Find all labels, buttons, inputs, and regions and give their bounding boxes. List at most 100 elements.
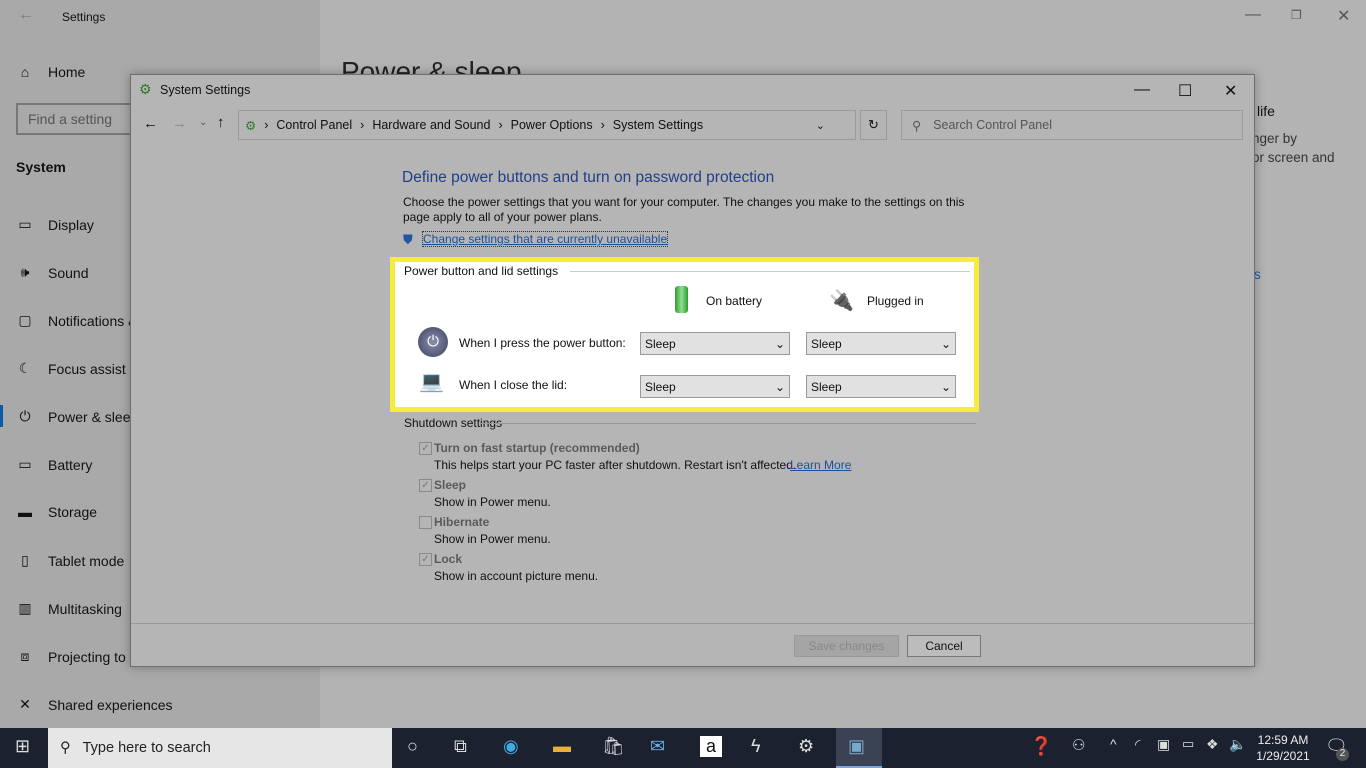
clock[interactable]: 12:59 AM 1/29/2021 (1255, 732, 1311, 764)
breadcrumb-power-options[interactable]: Power Options (511, 118, 593, 132)
window-title: System Settings (160, 83, 251, 97)
checkbox-turn[interactable]: ✓ (419, 442, 432, 455)
sidebar-item-notifications-[interactable]: ▢ Notifications & (16, 312, 137, 329)
checkbox-hibernate[interactable] (419, 516, 432, 529)
shutdown-option-label: Lock (434, 552, 463, 566)
mail-icon[interactable]: ✉ (650, 736, 665, 757)
task-view-icon[interactable]: ⧉ (454, 736, 467, 757)
storage-icon: ▬ (18, 504, 32, 520)
close-icon[interactable]: ✕ (1337, 6, 1350, 26)
shutdown-option-desc: Show in Power menu. (434, 495, 551, 509)
system-settings-window: ⚙ System Settings — ☐ ✕ ← → ⌄ ↑ ⚙ › Contr… (130, 74, 1255, 667)
battery-icon[interactable]: ▭ (1182, 736, 1194, 752)
sidebar-item-label: Focus assist (48, 360, 126, 377)
taskbar-search-placeholder: Type here to search (82, 740, 211, 756)
sidebar-item-focus-assist[interactable]: ☾ Focus assist (16, 360, 126, 377)
settings-title: Settings (62, 10, 106, 24)
sidebar-item-label: Notifications & (48, 312, 138, 329)
minimize-icon[interactable]: — (1245, 6, 1261, 24)
sidebar-item-storage[interactable]: ▬ Storage (16, 504, 97, 520)
moon-icon: ☾ (18, 360, 32, 376)
cortana-icon[interactable]: ○ (407, 736, 418, 757)
power-button-battery-select[interactable]: Sleep ⌄ (640, 332, 790, 355)
start-windows-icon[interactable]: ⊞ (15, 736, 30, 757)
sidebar-item-label: Projecting to t (48, 648, 134, 665)
forward-icon[interactable]: → (172, 115, 187, 132)
sidebar-item-tablet-mode[interactable]: ▯ Tablet mode (16, 552, 124, 569)
sidebar-item-power-sleep[interactable]: ⏻ Power & sleep (16, 408, 138, 425)
chevron-down-icon: ⌄ (774, 380, 785, 394)
control-panel-taskbar-button[interactable]: ▣ (836, 728, 882, 768)
search-control-panel[interactable]: ⚲ Search Control Panel (901, 110, 1243, 140)
power-lid-settings-group: Power button and lid settings On battery… (390, 257, 979, 412)
battery-icon (675, 286, 688, 313)
save-changes-button[interactable]: Save changes (794, 635, 899, 657)
file-explorer-icon[interactable]: ▬ (553, 736, 571, 757)
home-icon: ⌂ (20, 64, 30, 80)
sidebar-item-display[interactable]: ▭ Display (16, 216, 94, 233)
edge-icon[interactable]: ◉ (503, 736, 519, 757)
separator-icon: › (498, 118, 503, 132)
sidebar-item-sound[interactable]: 🕪 Sound (16, 264, 89, 281)
taskbar-search[interactable]: ⚲ Type here to search (48, 728, 392, 768)
sidebar-home[interactable]: ⌂ Home (16, 64, 86, 80)
help-icon[interactable]: ❓ (1030, 736, 1052, 757)
shutdown-option-label: Sleep (434, 478, 467, 492)
dropbox-icon[interactable]: ❖ (1206, 736, 1219, 753)
back-arrow-icon[interactable]: ← (18, 6, 34, 24)
lid-plugged-select[interactable]: Sleep ⌄ (806, 375, 956, 398)
sidebar-item-multitasking[interactable]: ▥ Multitasking (16, 600, 122, 617)
people-icon[interactable]: ⚇ (1072, 736, 1085, 754)
select-value: Sleep (811, 337, 842, 351)
breadcrumb-hardware[interactable]: Hardware and Sound (372, 118, 490, 132)
plug-icon: 🔌 (829, 290, 854, 312)
volume-icon[interactable]: 🔈 (1229, 736, 1246, 753)
find-setting-input[interactable]: Find a setting (16, 103, 146, 135)
checkbox-lock[interactable]: ✓ (419, 553, 432, 566)
amazon-icon[interactable]: a (700, 736, 722, 757)
restore-icon[interactable]: ❐ (1291, 8, 1302, 22)
close-icon[interactable]: ✕ (1224, 81, 1237, 101)
settings-gear-icon[interactable]: ⚙ (798, 736, 814, 757)
learn-more-link[interactable]: Learn More (790, 458, 851, 472)
shared-icon: ✕ (19, 696, 31, 712)
wifi-icon[interactable]: ◜ (1135, 736, 1140, 753)
group-title: Power button and lid settings (404, 264, 563, 278)
projecting-icon: ⧈ (20, 648, 30, 664)
address-dropdown-icon[interactable]: ⌄ (816, 119, 825, 132)
lid-battery-select[interactable]: Sleep ⌄ (640, 375, 790, 398)
app-icon[interactable]: ϟ (751, 736, 761, 757)
breadcrumb-control-panel[interactable]: Control Panel (276, 118, 352, 132)
address-bar[interactable]: ⚙ › Control Panel › Hardware and Sound › Po… (238, 110, 856, 140)
up-icon[interactable]: ↑ (217, 114, 225, 131)
sidebar-item-shared-experiences[interactable]: ✕ Shared experiences (16, 696, 172, 713)
breadcrumb-system-settings[interactable]: System Settings (613, 118, 703, 132)
sidebar-item-label: Storage (48, 504, 98, 520)
right-heading: life (1257, 103, 1275, 119)
chevron-down-icon: ⌄ (774, 337, 785, 351)
right-link[interactable]: s (1254, 267, 1261, 282)
store-icon[interactable]: 🛍 (602, 736, 625, 757)
taskbar: ⊞ ⚲ Type here to search ○ ⧉ ◉ ▬ 🛍 ✉ a ϟ ⚙… (0, 728, 1366, 768)
maximize-icon[interactable]: ☐ (1178, 81, 1192, 101)
power-button-plugged-select[interactable]: Sleep ⌄ (806, 332, 956, 355)
checkbox-sleep[interactable]: ✓ (419, 479, 432, 492)
show-hidden-icons[interactable]: ^ (1110, 736, 1117, 752)
separator-icon: › (360, 118, 365, 132)
cancel-button[interactable]: Cancel (907, 635, 981, 657)
tablet-icon: ▯ (21, 552, 29, 568)
sidebar-item-label: Battery (48, 456, 93, 473)
sync-icon[interactable]: ▣ (1157, 736, 1170, 753)
back-icon[interactable]: ← (143, 115, 158, 132)
sidebar-item-battery[interactable]: ▭ Battery (16, 456, 92, 473)
minimize-icon[interactable]: — (1134, 81, 1150, 99)
sidebar-item-projecting-to-t[interactable]: ⧈ Projecting to t (16, 648, 134, 665)
separator-icon: › (264, 118, 269, 132)
multitasking-icon: ▥ (18, 600, 32, 616)
change-settings-link[interactable]: Change settings that are currently unava… (421, 231, 669, 247)
shutdown-option-label: Hibernate (434, 515, 490, 529)
power-button-icon: ⏻ (418, 327, 448, 357)
notification-icon: ▢ (18, 312, 32, 328)
recent-dropdown-icon[interactable]: ⌄ (199, 117, 207, 128)
refresh-icon[interactable]: ↻ (860, 110, 887, 140)
